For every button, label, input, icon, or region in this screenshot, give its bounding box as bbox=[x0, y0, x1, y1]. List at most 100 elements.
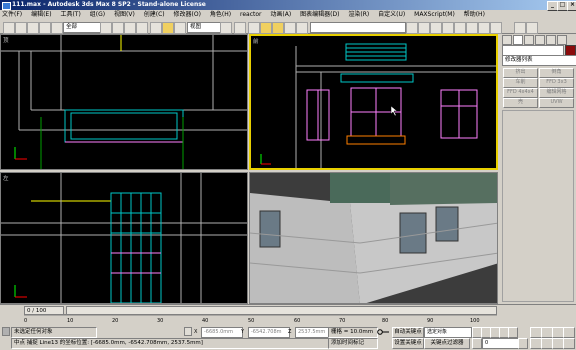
key-shape bbox=[377, 329, 389, 335]
utilities-tab-icon[interactable] bbox=[557, 35, 567, 45]
menu-customize[interactable]: 自定义(U) bbox=[378, 11, 405, 18]
mirror-icon[interactable] bbox=[406, 22, 418, 34]
rect-selection-icon[interactable] bbox=[124, 22, 136, 34]
front-view-drawing bbox=[260, 43, 496, 168]
tick-label: 70 bbox=[339, 318, 346, 324]
layer-manager-icon[interactable] bbox=[430, 22, 442, 34]
curve-editor-icon[interactable] bbox=[442, 22, 454, 34]
snap-3d-icon[interactable] bbox=[248, 22, 260, 34]
undo-icon[interactable] bbox=[3, 22, 15, 34]
align-icon[interactable] bbox=[418, 22, 430, 34]
angle-snap-icon[interactable] bbox=[260, 22, 272, 34]
select-object-icon[interactable] bbox=[100, 22, 112, 34]
perspective-render bbox=[250, 173, 497, 303]
modifier-lathe-button[interactable]: 车削 bbox=[503, 78, 538, 88]
schematic-view-icon[interactable] bbox=[454, 22, 466, 34]
render-last-icon[interactable] bbox=[526, 22, 538, 34]
select-by-name-icon[interactable] bbox=[112, 22, 124, 34]
app-icon bbox=[2, 2, 11, 10]
modifier-uvw-button[interactable]: UVW bbox=[539, 98, 574, 108]
go-to-end-icon[interactable] bbox=[508, 327, 518, 338]
modifier-list-dropdown[interactable]: 修改器列表 bbox=[502, 55, 576, 66]
track-bar[interactable]: 0 10 20 30 40 50 60 70 80 90 100 bbox=[24, 314, 497, 326]
menu-animation[interactable]: 动画(A) bbox=[270, 11, 291, 18]
tick-label: 20 bbox=[112, 318, 119, 324]
x-coordinate-field[interactable]: -6685.0mm bbox=[201, 327, 243, 338]
tick-label: 50 bbox=[248, 318, 255, 324]
bind-spacewarp-icon[interactable] bbox=[51, 22, 63, 34]
key-filters-button[interactable]: 关键点过滤器 bbox=[424, 338, 470, 349]
render-type-icon[interactable] bbox=[514, 22, 526, 34]
percent-snap-icon[interactable] bbox=[272, 22, 284, 34]
material-editor-icon[interactable] bbox=[466, 22, 478, 34]
selected-object-dropdown[interactable]: 选定对象 bbox=[424, 327, 472, 338]
select-rotate-icon[interactable] bbox=[162, 22, 174, 34]
left-view-drawing bbox=[1, 173, 247, 303]
selection-filter-dropdown[interactable]: 全部 bbox=[63, 22, 101, 33]
select-manipulate-icon[interactable] bbox=[234, 22, 246, 34]
set-key-button[interactable]: 设置关键点 bbox=[392, 338, 424, 349]
create-tab-icon[interactable] bbox=[502, 35, 512, 45]
menu-edit[interactable]: 编辑(E) bbox=[31, 11, 51, 18]
max-listener-icon[interactable] bbox=[2, 327, 10, 336]
menu-rendering[interactable]: 渲染(R) bbox=[348, 11, 369, 18]
menu-help[interactable]: 帮助(H) bbox=[464, 11, 485, 18]
tick-label: 100 bbox=[470, 318, 480, 324]
key-mode-icon[interactable] bbox=[472, 338, 482, 349]
render-scene-icon[interactable] bbox=[478, 22, 490, 34]
menu-views[interactable]: 视图(V) bbox=[114, 11, 135, 18]
grid-size: 栅格 = 10.0mm bbox=[328, 327, 378, 338]
auto-key-button[interactable]: 自动关键点 bbox=[392, 327, 424, 338]
modifier-ffd4-button[interactable]: FFD 4x4x4 bbox=[503, 88, 538, 98]
ref-coord-dropdown[interactable]: 视图 bbox=[187, 22, 221, 33]
tick-label: 80 bbox=[382, 318, 389, 324]
modifier-edit-mesh-button[interactable]: 编辑网格 bbox=[539, 88, 574, 98]
menu-character[interactable]: 角色(H) bbox=[210, 11, 231, 18]
zoom-extents-all-icon[interactable] bbox=[563, 327, 575, 338]
motion-tab-icon[interactable] bbox=[535, 35, 545, 45]
edit-named-selection-icon[interactable] bbox=[296, 22, 308, 34]
viewport-top[interactable]: 顶 bbox=[0, 34, 248, 170]
pivot-center-icon[interactable] bbox=[220, 22, 232, 34]
menu-maxscript[interactable]: MAXScript(M) bbox=[414, 11, 455, 18]
tick-label: 10 bbox=[67, 318, 74, 324]
main-toolbar: 全部 视图 bbox=[0, 20, 576, 34]
y-coordinate-field[interactable]: -6542.708m bbox=[248, 327, 290, 338]
modifier-bevel-button[interactable]: 倒角 bbox=[539, 68, 574, 78]
link-icon[interactable] bbox=[27, 22, 39, 34]
hierarchy-tab-icon[interactable] bbox=[524, 35, 534, 45]
lock-selection-icon[interactable] bbox=[184, 327, 192, 336]
menu-bar: 文件(F) 编辑(E) 工具(T) 组(G) 视图(V) 创建(C) 修改器(O… bbox=[0, 10, 576, 20]
y-label: Y bbox=[241, 329, 245, 335]
named-selection-dropdown[interactable] bbox=[310, 22, 406, 33]
unlink-icon[interactable] bbox=[39, 22, 51, 34]
viewport-left[interactable]: 左 bbox=[0, 172, 248, 304]
prompt-line: 中点 捕捉 Line13 的坐标位置: [-6685.0mm, -6542.70… bbox=[11, 338, 329, 349]
maximize-viewport-icon[interactable] bbox=[563, 338, 575, 349]
modifier-extrude-button[interactable]: 挤出 bbox=[503, 68, 538, 78]
menu-tools[interactable]: 工具(T) bbox=[60, 11, 80, 18]
select-move-icon[interactable] bbox=[150, 22, 162, 34]
menu-reactor[interactable]: reactor bbox=[240, 11, 262, 18]
modify-tab-icon[interactable] bbox=[513, 35, 523, 45]
time-config-icon[interactable] bbox=[518, 338, 528, 349]
viewport-front[interactable]: 前 bbox=[249, 34, 498, 170]
viewport-perspective[interactable]: 透视 bbox=[249, 172, 498, 304]
menu-file[interactable]: 文件(F) bbox=[2, 11, 22, 18]
x-label: X bbox=[194, 329, 198, 335]
menu-modifiers[interactable]: 修改器(O) bbox=[174, 11, 201, 18]
menu-group[interactable]: 组(G) bbox=[90, 11, 105, 18]
add-time-tag[interactable]: 添加时间标记 bbox=[328, 338, 378, 349]
menu-graph-editors[interactable]: 图表编辑器(D) bbox=[300, 11, 339, 18]
modifier-shell-button[interactable]: 壳 bbox=[503, 98, 538, 108]
select-scale-icon[interactable] bbox=[174, 22, 186, 34]
redo-icon[interactable] bbox=[15, 22, 27, 34]
spinner-snap-icon[interactable] bbox=[284, 22, 296, 34]
display-tab-icon[interactable] bbox=[546, 35, 556, 45]
modifier-ffd3-button[interactable]: FFD 3x3 bbox=[539, 78, 574, 88]
window-crossing-icon[interactable] bbox=[136, 22, 148, 34]
current-frame-field[interactable]: 0 bbox=[482, 338, 520, 349]
quick-render-icon[interactable] bbox=[490, 22, 502, 34]
z-coordinate-field[interactable]: 2537.5mm bbox=[295, 327, 329, 338]
menu-create[interactable]: 创建(C) bbox=[144, 11, 165, 18]
